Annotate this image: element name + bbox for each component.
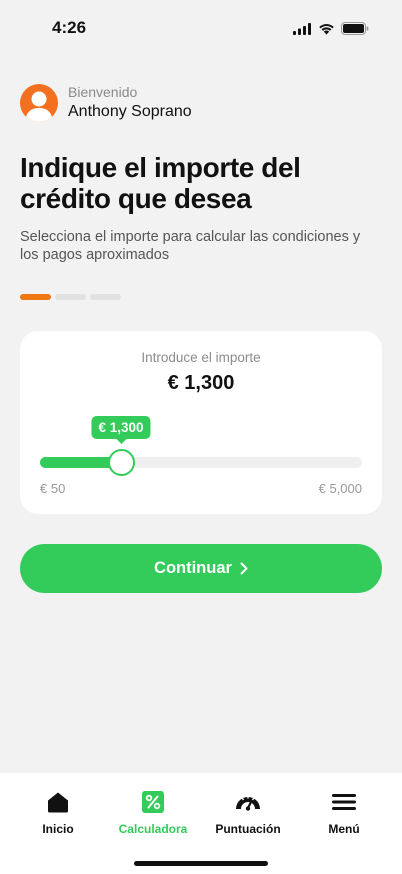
chevron-right-icon [240, 562, 248, 575]
home-indicator [134, 861, 268, 866]
status-icons [293, 22, 369, 35]
continue-button[interactable]: Continuar [20, 544, 382, 593]
battery-icon [341, 22, 369, 35]
amount-slider[interactable] [40, 449, 362, 476]
step-indicator [90, 294, 121, 300]
page-title: Indique el importe del crédito que desea [20, 152, 301, 214]
tab-label: Calculadora [118, 822, 188, 836]
user-name: Anthony Soprano [68, 103, 192, 120]
slider-thumb[interactable] [108, 449, 135, 476]
step-progress [20, 294, 121, 300]
welcome-label: Bienvenido [68, 84, 138, 100]
amount-value: € 1,300 [167, 372, 235, 394]
step-indicator [20, 294, 51, 300]
slider-max-label: € 5,000 [318, 481, 362, 496]
bottom-tab-bar: Inicio Calculadora Puntuación Menú [0, 773, 402, 874]
speedometer-icon [236, 795, 260, 811]
amount-label: Introduce el importe [141, 350, 261, 365]
tab-puntuacion[interactable]: Puntuación [198, 789, 298, 836]
tab-label: Puntuación [215, 822, 281, 836]
status-time: 4:26 [52, 18, 87, 37]
page-subtitle: Selecciona el importe para calcular las … [20, 229, 361, 263]
cellular-signal-icon [293, 22, 311, 35]
wifi-icon [319, 23, 334, 34]
home-icon [48, 792, 68, 813]
user-header: Bienvenido Anthony Soprano [20, 84, 192, 122]
tab-calculadora[interactable]: Calculadora [103, 789, 203, 836]
slider-value-tooltip: € 1,300 [91, 416, 151, 444]
slider-min-label: € 50 [40, 481, 66, 496]
tab-menu[interactable]: Menú [294, 789, 394, 836]
tab-label: Inicio [42, 822, 74, 836]
user-silhouette-icon [25, 91, 53, 122]
continue-button-label: Continuar [154, 559, 232, 577]
amount-card: Introduce el importe € 1,300 € 1,300 € 5… [20, 331, 382, 514]
avatar[interactable] [20, 84, 58, 122]
percent-icon [142, 791, 164, 813]
tab-inicio[interactable]: Inicio [8, 789, 108, 836]
hamburger-menu-icon [332, 794, 356, 810]
status-bar: 4:26 [0, 0, 402, 54]
step-indicator [55, 294, 86, 300]
tab-label: Menú [328, 822, 360, 836]
